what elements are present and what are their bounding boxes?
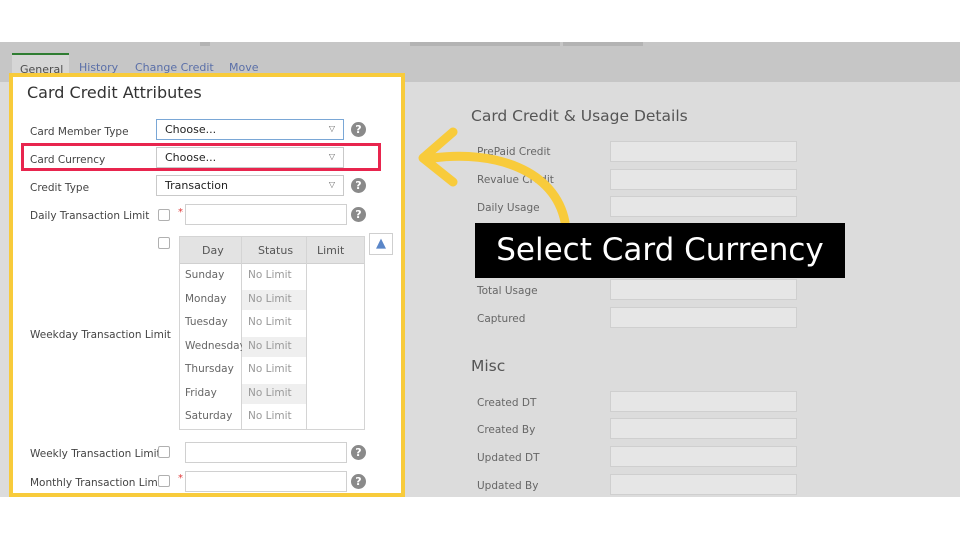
credit-type-select[interactable]: Transaction ▽ xyxy=(156,175,344,196)
day-cell: Wednesday xyxy=(185,339,246,352)
misc-label: Updated By xyxy=(477,480,539,492)
card-member-type-select[interactable]: Choose... ▽ xyxy=(156,119,344,140)
select-value: Choose... xyxy=(165,123,217,136)
upload-icon[interactable]: ▲ xyxy=(369,233,393,255)
created-dt-field[interactable] xyxy=(610,391,797,412)
total-usage-field[interactable] xyxy=(610,279,797,300)
day-cell: Monday xyxy=(185,292,227,305)
table-row[interactable]: Monday No Limit xyxy=(180,288,364,312)
table-row[interactable]: Tuesday No Limit xyxy=(180,311,364,335)
help-icon[interactable]: ? xyxy=(351,445,366,460)
status-cell: No Limit xyxy=(248,269,292,281)
required-marker: * xyxy=(178,473,183,484)
misc-label: Updated DT xyxy=(477,452,540,464)
daily-limit-input[interactable] xyxy=(185,204,347,225)
help-icon[interactable]: ? xyxy=(351,122,366,137)
day-cell: Thursday xyxy=(185,363,234,375)
table-row[interactable]: Saturday No Limit xyxy=(180,405,364,429)
curved-arrow-icon xyxy=(418,127,570,227)
monthly-limit-input[interactable] xyxy=(185,471,347,492)
help-icon[interactable]: ? xyxy=(351,474,366,489)
detail-label: Total Usage xyxy=(477,285,538,297)
daily-limit-checkbox[interactable] xyxy=(158,209,170,221)
daily-limit-label: Daily Transaction Limit xyxy=(30,210,150,222)
status-cell: No Limit xyxy=(248,410,292,422)
misc-label: Created By xyxy=(477,424,536,436)
weekday-limit-checkbox[interactable] xyxy=(158,237,170,249)
instruction-callout: Select Card Currency xyxy=(475,223,845,278)
column-header: Limit xyxy=(317,244,345,257)
card-member-type-label: Card Member Type xyxy=(30,126,129,138)
prepaid-credit-field[interactable] xyxy=(610,141,797,162)
daily-usage-field[interactable] xyxy=(610,196,797,217)
table-row[interactable]: Wednesday No Limit xyxy=(180,335,364,359)
weekly-limit-input[interactable] xyxy=(185,442,347,463)
day-cell: Tuesday xyxy=(185,316,228,328)
credit-type-label: Credit Type xyxy=(30,182,90,194)
column-header: Day xyxy=(202,244,224,257)
column-header: Status xyxy=(258,244,294,257)
weekly-limit-checkbox[interactable] xyxy=(158,446,170,458)
misc-label: Created DT xyxy=(477,397,537,409)
misc-title: Misc xyxy=(471,357,506,375)
status-cell: No Limit xyxy=(242,336,306,357)
updated-by-field[interactable] xyxy=(610,474,797,495)
captured-field[interactable] xyxy=(610,307,797,328)
status-cell: No Limit xyxy=(242,383,306,404)
weekday-limit-table: Day Status Limit Sunday No Limit Monday … xyxy=(179,236,365,430)
monthly-limit-checkbox[interactable] xyxy=(158,475,170,487)
status-cell: No Limit xyxy=(248,316,292,328)
table-row[interactable]: Thursday No Limit xyxy=(180,358,364,382)
created-by-field[interactable] xyxy=(610,418,797,439)
detail-label: Captured xyxy=(477,313,526,325)
panel-title: Card Credit Attributes xyxy=(27,83,202,102)
card-currency-highlight xyxy=(21,143,381,171)
select-value: Transaction xyxy=(165,179,228,192)
day-cell: Sunday xyxy=(185,269,225,281)
day-cell: Friday xyxy=(185,386,217,399)
table-row[interactable]: Sunday No Limit xyxy=(180,264,364,288)
help-icon[interactable]: ? xyxy=(351,178,366,193)
day-cell: Saturday xyxy=(185,410,233,422)
revalue-credit-field[interactable] xyxy=(610,169,797,190)
help-icon[interactable]: ? xyxy=(351,207,366,222)
chevron-down-icon: ▽ xyxy=(328,124,335,133)
status-cell: No Limit xyxy=(242,289,306,310)
card-credit-attributes-panel: Card Credit Attributes Card Member Type … xyxy=(9,73,405,497)
chevron-down-icon: ▽ xyxy=(328,180,335,189)
monthly-limit-label: Monthly Transaction Limit xyxy=(30,477,165,489)
required-marker: * xyxy=(178,207,183,218)
status-cell: No Limit xyxy=(248,363,292,375)
weekday-limit-label: Weekday Transaction Limit xyxy=(30,329,171,341)
weekly-limit-label: Weekly Transaction Limit xyxy=(30,448,161,460)
table-row[interactable]: Friday No Limit xyxy=(180,382,364,406)
updated-dt-field[interactable] xyxy=(610,446,797,467)
